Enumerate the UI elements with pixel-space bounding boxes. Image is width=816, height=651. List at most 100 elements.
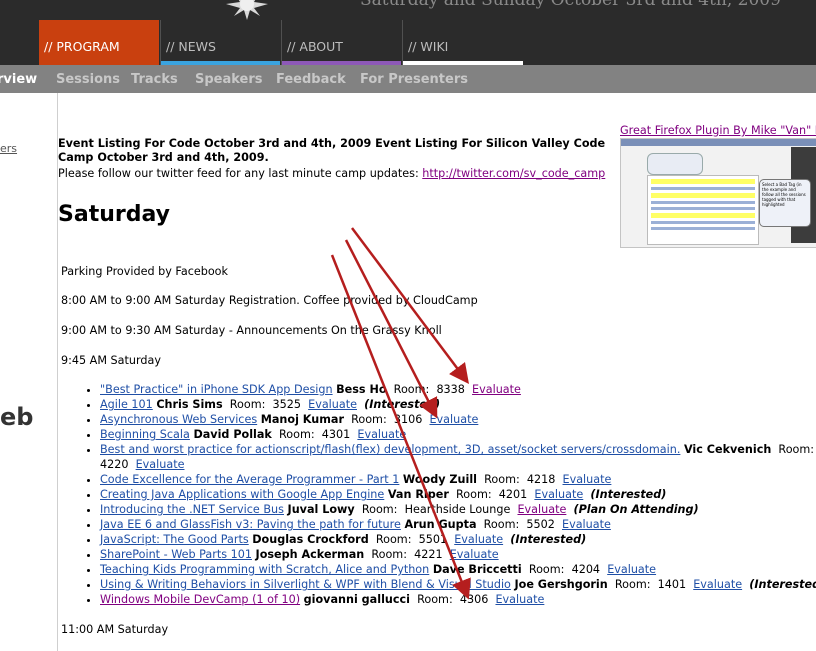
session-attendance-note: (Plan On Attending)	[573, 503, 699, 516]
main-content: Event Listing For Code October 3rd and 4…	[58, 93, 816, 651]
subnav-speakers[interactable]: Speakers	[195, 72, 263, 87]
session-item: JavaScript: The Good Parts Douglas Crock…	[100, 532, 816, 547]
session-room-label: Room:	[371, 548, 407, 561]
tab-about-label: // ABOUT	[287, 39, 343, 54]
registration-note: 8:00 AM to 9:00 AM Saturday Registration…	[61, 294, 478, 307]
tab-about[interactable]: // ABOUT	[281, 20, 401, 65]
twitter-link[interactable]: http://twitter.com/sv_code_camp	[422, 167, 605, 180]
session-item: SharePoint - Web Parts 101 Joseph Ackerm…	[100, 547, 816, 562]
session-room: Hearthside Lounge	[404, 503, 511, 516]
tab-wiki[interactable]: // WIKI	[402, 20, 523, 65]
evaluate-link[interactable]: Evaluate	[495, 593, 544, 606]
session-speaker: Chris Sims	[156, 398, 223, 411]
session-speaker: Douglas Crockford	[252, 533, 369, 546]
session-title-link[interactable]: Teaching Kids Programming with Scratch, …	[100, 563, 429, 576]
session-speaker: giovanni gallucci	[303, 593, 410, 606]
evaluate-link[interactable]: Evaluate	[308, 398, 357, 411]
tab-program-label: // PROGRAM	[44, 39, 120, 54]
session-item: Windows Mobile DevCamp (1 of 10) giovann…	[100, 592, 816, 607]
session-room-label: Room:	[229, 398, 266, 411]
session-item: Beginning Scala David Pollak Room: 4301 …	[100, 427, 816, 442]
session-speaker: Bess Ho	[336, 383, 387, 396]
evaluate-link[interactable]: Evaluate	[357, 428, 406, 441]
session-speaker: Arun Gupta	[404, 518, 477, 531]
evaluate-link[interactable]: Evaluate	[563, 473, 612, 486]
session-room: 4301	[321, 428, 351, 441]
event-date: Saturday and Sunday October 3rd and 4th,…	[360, 0, 781, 10]
session-title-link[interactable]: SharePoint - Web Parts 101	[100, 548, 252, 561]
evaluate-link[interactable]: Evaluate	[136, 458, 185, 471]
session-room: 4204	[571, 563, 601, 576]
sun-logo-icon	[226, 0, 268, 20]
evaluate-link[interactable]: Evaluate	[472, 383, 521, 396]
session-speaker: Vic Cekvenich	[683, 443, 772, 456]
session-room-label: Room:	[614, 578, 651, 591]
session-title-link[interactable]: Using & Writing Behaviors in Silverlight…	[100, 578, 511, 591]
plugin-screenshot-callout: Select a Bad Tag (in the example and fol…	[759, 179, 811, 227]
session-room-label: Room:	[483, 518, 520, 531]
session-title-link[interactable]: "Best Practice" in iPhone SDK App Design	[100, 383, 333, 396]
session-title-link[interactable]: JavaScript: The Good Parts	[100, 533, 249, 546]
session-room: 8338	[436, 383, 465, 396]
tab-program[interactable]: // PROGRAM	[39, 20, 159, 65]
session-speaker: Van Riper	[387, 488, 449, 501]
plugin-screenshot-callout-left	[647, 153, 703, 175]
session-title-link[interactable]: Introducing the .NET Service Bus	[100, 503, 284, 516]
session-attendance-note: (Interested)	[749, 578, 816, 591]
session-room: 3525	[272, 398, 301, 411]
session-item: Code Excellence for the Average Programm…	[100, 472, 816, 487]
session-room: 4306	[459, 593, 489, 606]
evaluate-link[interactable]: Evaluate	[562, 518, 611, 531]
session-title-link[interactable]: Beginning Scala	[100, 428, 190, 441]
session-title-link[interactable]: Asynchronous Web Services	[100, 413, 257, 426]
twitter-notice: Please follow our twitter feed for any l…	[58, 167, 605, 180]
session-title-link[interactable]: Best and worst practice for actionscript…	[100, 443, 680, 456]
session-title-link[interactable]: Creating Java Applications with Google A…	[100, 488, 384, 501]
session-speaker: Dave Briccetti	[432, 563, 522, 576]
session-room: 4221	[414, 548, 443, 561]
subnav-sessions[interactable]: Sessions	[56, 72, 120, 87]
session-item: Agile 101 Chris Sims Room: 3525 Evaluate…	[100, 397, 816, 412]
left-sidebar-link[interactable]: ers	[0, 142, 17, 155]
session-room-label: Room:	[375, 533, 412, 546]
sub-navigation: rview Sessions Tracks Speakers Feedback …	[0, 65, 816, 93]
evaluate-link[interactable]: Evaluate	[517, 503, 566, 516]
subnav-tracks[interactable]: Tracks	[131, 72, 178, 87]
session-room-label: Room:	[456, 488, 492, 501]
tab-news[interactable]: // NEWS	[160, 20, 280, 65]
firefox-plugin-link[interactable]: Great Firefox Plugin By Mike "Van" Riper	[620, 124, 816, 137]
session-room-label: Room:	[528, 563, 565, 576]
session-item: Asynchronous Web Services Manoj Kumar Ro…	[100, 412, 816, 427]
session-title-link[interactable]: Code Excellence for the Average Programm…	[100, 473, 399, 486]
session-room-label: Room:	[484, 473, 520, 486]
session-title-link[interactable]: Agile 101	[100, 398, 153, 411]
session-room: 4201	[498, 488, 528, 501]
evaluate-link[interactable]: Evaluate	[693, 578, 742, 591]
session-room: 1401	[657, 578, 687, 591]
subnav-overview[interactable]: rview	[0, 72, 37, 87]
session-speaker: David Pollak	[193, 428, 272, 441]
session-room: 3106	[393, 413, 423, 426]
session-speaker: Joe Gershgorin	[514, 578, 608, 591]
day-heading: Saturday	[58, 202, 170, 227]
evaluate-link[interactable]: Evaluate	[454, 533, 503, 546]
evaluate-link[interactable]: Evaluate	[534, 488, 583, 501]
session-room-label: Room:	[393, 383, 430, 396]
evaluate-link[interactable]: Evaluate	[450, 548, 499, 561]
evaluate-link[interactable]: Evaluate	[607, 563, 656, 576]
session-speaker: Joseph Ackerman	[255, 548, 365, 561]
evaluate-link[interactable]: Evaluate	[429, 413, 478, 426]
subnav-for-presenters[interactable]: For Presenters	[360, 72, 468, 87]
plugin-screenshot[interactable]: Select a Bad Tag (in the example and fol…	[620, 138, 816, 248]
session-item: Using & Writing Behaviors in Silverlight…	[100, 577, 816, 592]
session-title-link[interactable]: Java EE 6 and GlassFish v3: Paving the p…	[100, 518, 401, 531]
session-room-label: Room:	[778, 443, 815, 456]
session-room-label: Room:	[361, 503, 398, 516]
session-item: Teaching Kids Programming with Scratch, …	[100, 562, 816, 577]
session-title-link[interactable]: Windows Mobile DevCamp (1 of 10)	[100, 593, 300, 606]
session-item: Best and worst practice for actionscript…	[100, 442, 816, 472]
session-room: 4218	[526, 473, 556, 486]
subnav-feedback[interactable]: Feedback	[276, 72, 346, 87]
session-room: 5502	[526, 518, 555, 531]
session-item: Introducing the .NET Service Bus Juval L…	[100, 502, 816, 517]
